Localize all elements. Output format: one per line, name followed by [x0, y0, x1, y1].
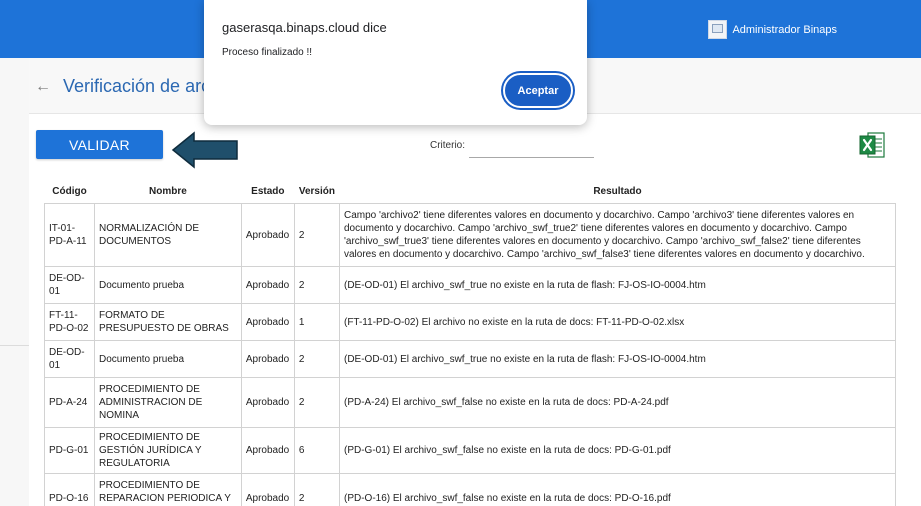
cell-estado: Aprobado: [240, 203, 295, 267]
table-row[interactable]: DE-OD-01 Documento prueba Aprobado 2 (DE…: [44, 266, 897, 304]
dialog-message: Proceso finalizado !!: [222, 47, 313, 58]
cell-version: 1: [293, 303, 340, 341]
cell-version: 6: [293, 427, 340, 474]
cell-version: 2: [293, 203, 340, 267]
cell-estado: Aprobado: [240, 473, 295, 506]
cell-nombre: FORMATO DE PRESUPUESTO DE OBRAS: [93, 303, 242, 341]
excel-export-icon[interactable]: [859, 131, 886, 159]
cell-version: 2: [293, 473, 340, 506]
accept-button[interactable]: Aceptar: [503, 73, 573, 108]
table-header-row: Código Nombre Estado Versión Resultado: [44, 178, 897, 204]
cell-version: 2: [293, 377, 340, 428]
cell-nombre: PROCEDIMIENTO DE ADMINISTRACION DE NOMIN…: [93, 377, 242, 428]
cell-estado: Aprobado: [240, 340, 295, 378]
table-row[interactable]: PD-A-24 PROCEDIMIENTO DE ADMINISTRACION …: [44, 377, 897, 428]
user-name: Administrador Binaps: [732, 23, 837, 36]
cell-resultado: (FT-11-PD-O-02) El archivo no existe en …: [338, 303, 897, 341]
cell-estado: Aprobado: [240, 427, 295, 474]
left-arrow-pointer-icon: [171, 131, 238, 169]
criterio-input[interactable]: [469, 140, 594, 158]
cell-codigo: PD-A-24: [44, 377, 95, 428]
cell-resultado: (DE-OD-01) El archivo_swf_true no existe…: [338, 340, 897, 378]
table-row[interactable]: FT-11-PD-O-02 FORMATO DE PRESUPUESTO DE …: [44, 303, 897, 341]
col-header-nombre[interactable]: Nombre: [93, 178, 242, 204]
cell-resultado: (PD-A-24) El archivo_swf_false no existe…: [338, 377, 897, 428]
cell-nombre: PROCEDIMIENTO DE GESTIÓN JURÍDICA Y REGU…: [93, 427, 242, 474]
cell-version: 2: [293, 266, 340, 304]
col-header-codigo[interactable]: Código: [44, 178, 95, 204]
alert-dialog: gaserasqa.binaps.cloud dice Proceso fina…: [204, 0, 587, 125]
cell-estado: Aprobado: [240, 266, 295, 304]
col-header-version[interactable]: Versión: [293, 178, 340, 204]
dialog-title: gaserasqa.binaps.cloud dice: [222, 20, 387, 35]
results-table: Código Nombre Estado Versión Resultado I…: [44, 178, 897, 506]
table-row[interactable]: PD-G-01 PROCEDIMIENTO DE GESTIÓN JURÍDIC…: [44, 427, 897, 474]
user-avatar-icon: [708, 20, 728, 39]
cell-codigo: PD-O-16: [44, 473, 95, 506]
cell-nombre: PROCEDIMIENTO DE REPARACION PERIODICA Y …: [93, 473, 242, 506]
cell-estado: Aprobado: [240, 303, 295, 341]
table-row[interactable]: PD-O-16 PROCEDIMIENTO DE REPARACION PERI…: [44, 473, 897, 506]
cell-codigo: DE-OD-01: [44, 266, 95, 304]
criterio-label: Criterio:: [430, 140, 466, 151]
cell-resultado: Campo 'archivo2' tiene diferentes valore…: [338, 203, 897, 267]
table-row[interactable]: IT-01-PD-A-11 NORMALIZACIÓN DE DOCUMENTO…: [44, 203, 897, 267]
col-header-resultado[interactable]: Resultado: [338, 178, 897, 204]
table-row[interactable]: DE-OD-01 Documento prueba Aprobado 2 (DE…: [44, 340, 897, 378]
cell-codigo: PD-G-01: [44, 427, 95, 474]
cell-resultado: (PD-O-16) El archivo_swf_false no existe…: [338, 473, 897, 506]
left-sidebar: [0, 58, 29, 506]
sidebar-divider: [0, 345, 29, 346]
validate-button[interactable]: VALIDAR: [36, 130, 163, 159]
cell-codigo: FT-11-PD-O-02: [44, 303, 95, 341]
back-arrow-icon[interactable]: ←: [35, 78, 51, 96]
cell-resultado: (PD-G-01) El archivo_swf_false no existe…: [338, 427, 897, 474]
user-menu[interactable]: Administrador Binaps: [708, 20, 837, 39]
cell-version: 2: [293, 340, 340, 378]
cell-nombre: Documento prueba: [93, 340, 242, 378]
cell-codigo: IT-01-PD-A-11: [44, 203, 95, 267]
cell-codigo: DE-OD-01: [44, 340, 95, 378]
cell-resultado: (DE-OD-01) El archivo_swf_true no existe…: [338, 266, 897, 304]
cell-nombre: Documento prueba: [93, 266, 242, 304]
cell-nombre: NORMALIZACIÓN DE DOCUMENTOS: [93, 203, 242, 267]
cell-estado: Aprobado: [240, 377, 295, 428]
col-header-estado[interactable]: Estado: [240, 178, 295, 204]
